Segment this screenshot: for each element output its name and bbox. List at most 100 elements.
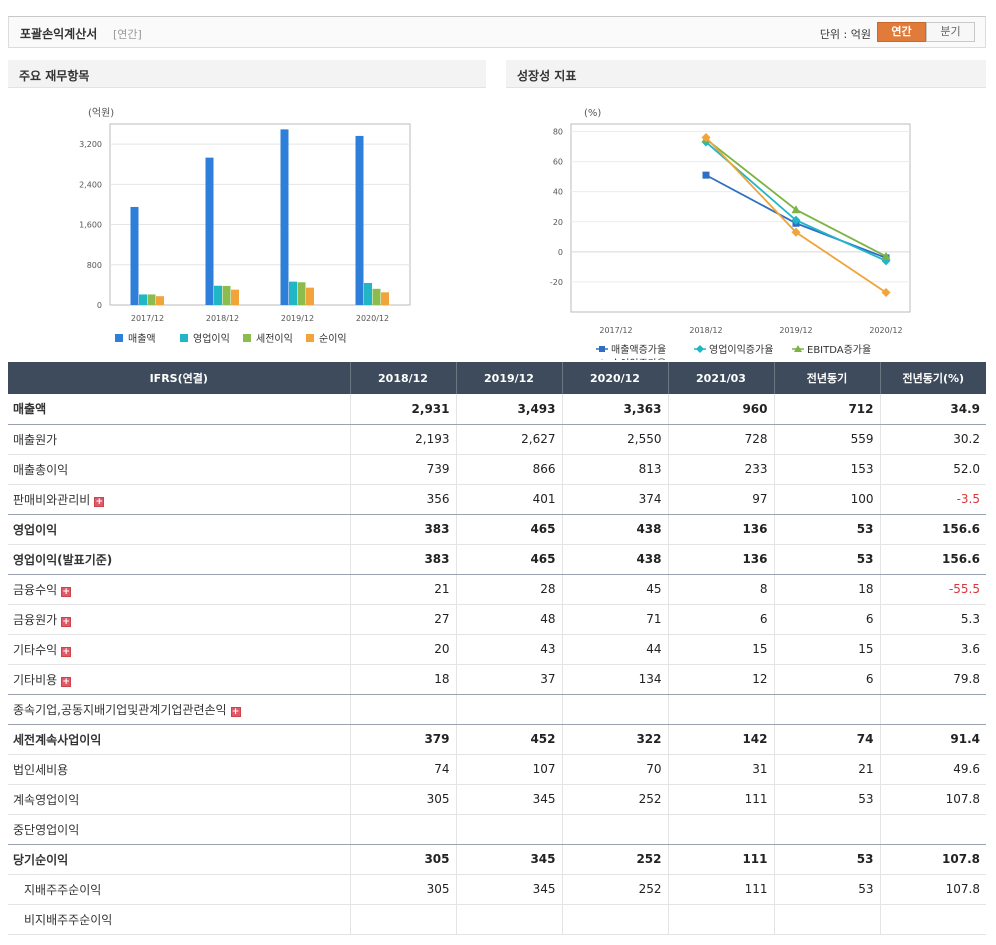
table-cell: 45 — [561, 574, 668, 605]
table-cell: 111 — [667, 844, 774, 875]
expand-plus-icon[interactable]: + — [61, 586, 72, 597]
table-row[interactable]: 기타비용 +18 37 134 12 6 79.8 — [8, 664, 986, 695]
line-x-tick: 2017/12 — [599, 326, 632, 335]
row-label: 중단영업이익 — [8, 814, 350, 845]
annual-toggle-button[interactable]: 연간 — [877, 22, 926, 42]
row-label: 법인세비용 — [8, 754, 350, 785]
table-cell: 5.3 — [879, 604, 986, 635]
table-row[interactable]: 종속기업,공동지배기업및관계기업관련손익 + — [8, 694, 986, 725]
line-legend-marker — [598, 359, 606, 367]
table-cell — [773, 904, 880, 935]
row-label: 매출액 — [8, 394, 350, 425]
table-cell: 52.0 — [879, 454, 986, 485]
financial-items-panel: 주요 재무항목 (억원) 0 800 1,600 2,400 3,200 2017/12 20… — [8, 60, 486, 360]
table-cell — [349, 904, 456, 935]
bar-1-2020/12 — [355, 135, 364, 305]
bar-1-2017/12 — [130, 206, 139, 305]
row-label-text: 종속기업,공동지배기업및관계기업관련손익 — [13, 702, 227, 717]
table-row: 계속영업이익 305 345 252 111 53 107.8 — [8, 784, 986, 815]
table-cell: 53 — [773, 544, 880, 575]
bar-legend-label: 영업이익 — [193, 332, 230, 345]
line-legend-label: EBITDA증가율 — [807, 344, 871, 356]
growth-panel: 성장성 지표 (%) -20 0 20 40 60 80 2017/12 2018/12 2019… — [506, 60, 986, 370]
table-cell: 739 — [349, 454, 456, 485]
table-cell — [349, 814, 456, 845]
growth-title: 성장성 지표 — [506, 60, 986, 88]
table-cell: 71 — [561, 604, 668, 635]
table-cell: 111 — [667, 784, 774, 815]
row-label: 세전계속사업이익 — [8, 724, 350, 755]
table-row: 영업이익 383 465 438 136 53 156.6 — [8, 514, 986, 545]
table-cell: 15 — [667, 634, 774, 665]
table-cell — [667, 694, 774, 725]
bar-x-tick: 2018/12 — [206, 314, 239, 323]
table-cell — [879, 814, 986, 845]
table-cell — [455, 814, 562, 845]
table-cell: 37 — [455, 664, 562, 695]
line-unit-label: (%) — [584, 108, 601, 119]
table-cell: 21 — [773, 754, 880, 785]
table-cell: 345 — [455, 874, 562, 905]
table-cell: 91.4 — [879, 724, 986, 755]
table-cell: 559 — [773, 424, 880, 455]
row-label: 영업이익 — [8, 514, 350, 545]
expand-plus-icon[interactable]: + — [61, 676, 72, 687]
line-legend-marker — [599, 346, 605, 352]
bar-x-tick: 2020/12 — [356, 314, 389, 323]
table-cell: 6 — [667, 604, 774, 635]
table-cell: 3.6 — [879, 634, 986, 665]
quarter-toggle-button[interactable]: 분기 — [926, 22, 975, 42]
table-cell: 28 — [455, 574, 562, 605]
table-cell — [561, 904, 668, 935]
table-cell: 48 — [455, 604, 562, 635]
bar-y-tick: 3,200 — [79, 140, 102, 149]
table-row[interactable]: 금융원가 +27 48 71 6 6 5.3 — [8, 604, 986, 635]
table-row[interactable]: 기타수익 +20 43 44 15 15 3.6 — [8, 634, 986, 665]
bar-4-2020/12 — [381, 292, 389, 305]
bar-2-2020/12 — [364, 282, 372, 305]
table-cell: 3,363 — [561, 394, 668, 425]
bar-3-2017/12 — [147, 294, 156, 305]
row-label: 계속영업이익 — [8, 784, 350, 815]
expand-plus-icon[interactable]: + — [61, 616, 72, 627]
table-cell: 2,627 — [455, 424, 562, 455]
table-header-row: IFRS(연결) 2018/12 2019/12 2020/12 2021/03 전년동기… — [8, 362, 986, 394]
table-cell: 27 — [349, 604, 456, 635]
statement-title: 포괄손익계산서 — [20, 27, 98, 41]
table-cell — [561, 814, 668, 845]
table-row[interactable]: 금융수익 +21 28 45 8 18 -55.5 — [8, 574, 986, 605]
row-label-text: 매출액 — [13, 402, 47, 417]
row-label-text: 매출총이익 — [13, 462, 69, 477]
table-cell: 401 — [455, 484, 562, 515]
table-cell — [455, 904, 562, 935]
table-cell: 356 — [349, 484, 456, 515]
table-cell: 156.6 — [879, 514, 986, 545]
row-label: 당기순이익 — [8, 844, 350, 875]
expand-plus-icon[interactable]: + — [61, 646, 72, 657]
row-label: 비지배주주순이익 — [8, 904, 350, 935]
table-row: 비지배주주순이익 — [8, 904, 986, 935]
table-row[interactable]: 판매비와관리비 +356 401 374 97 100 -3.5 — [8, 484, 986, 515]
bar-legend-label: 세전이익 — [256, 333, 293, 345]
table-cell: 252 — [561, 874, 668, 905]
bar-1-2018/12 — [205, 157, 214, 305]
table-row: 중단영업이익 — [8, 814, 986, 845]
column-header-period: 2018/12 — [349, 362, 456, 394]
bar-3-2019/12 — [297, 282, 306, 305]
table-cell: 70 — [561, 754, 668, 785]
table-cell: 383 — [349, 544, 456, 575]
expand-plus-icon[interactable]: + — [230, 706, 241, 717]
row-label-text: 판매비와관리비 — [13, 492, 91, 507]
row-label-text: 금융수익 — [13, 582, 58, 597]
table-cell: 53 — [773, 874, 880, 905]
table-cell: 30.2 — [879, 424, 986, 455]
column-header-period: 2020/12 — [561, 362, 668, 394]
line-x-tick: 2019/12 — [779, 326, 812, 335]
table-cell: 107.8 — [879, 784, 986, 815]
table-cell: 6 — [773, 664, 880, 695]
table-cell: 252 — [561, 844, 668, 875]
table-cell: 2,931 — [349, 394, 456, 425]
table-cell: 74 — [773, 724, 880, 755]
expand-plus-icon[interactable]: + — [94, 496, 105, 507]
table-cell: 305 — [349, 844, 456, 875]
